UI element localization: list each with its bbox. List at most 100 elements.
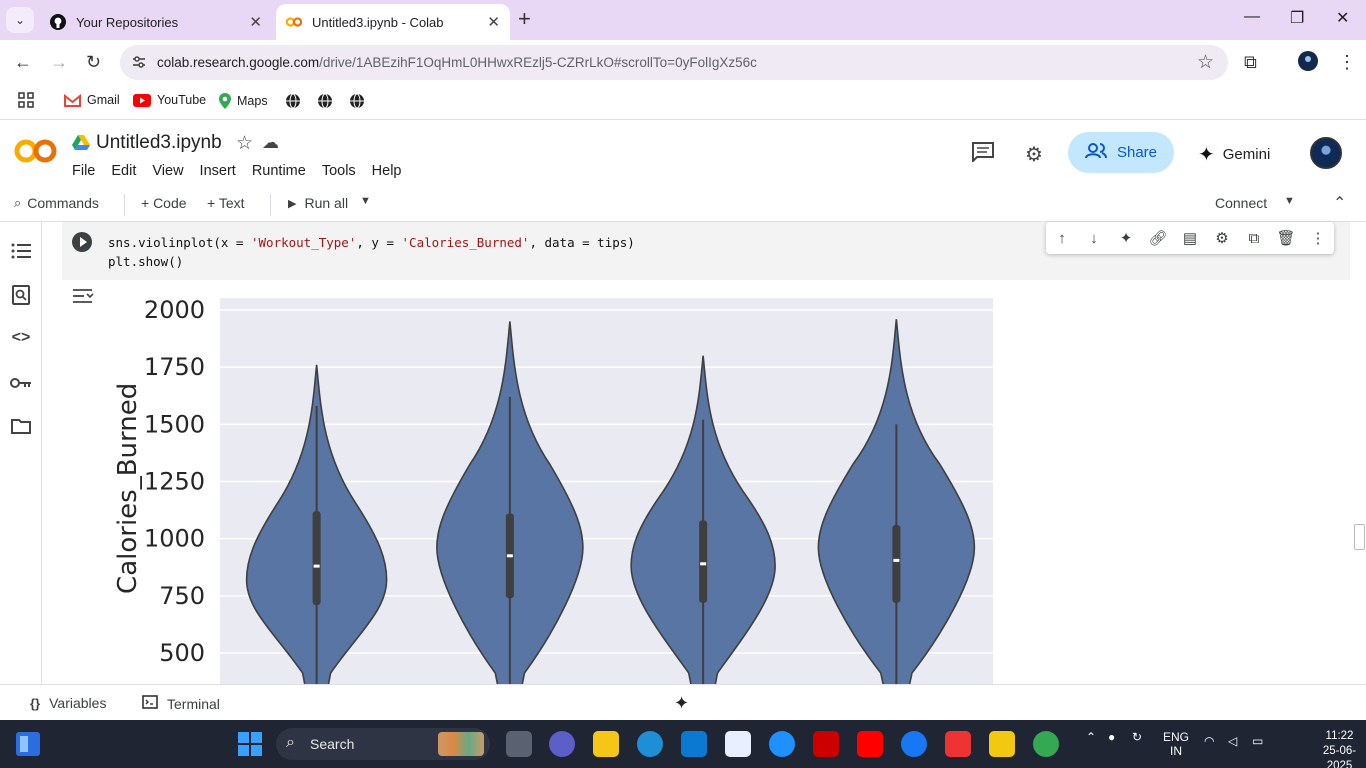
- more-options-icon[interactable]: ⋮: [1308, 228, 1328, 248]
- show-hidden-icons[interactable]: ⌃: [1086, 730, 1096, 744]
- widgets-icon[interactable]: [16, 732, 40, 756]
- teams-meet-icon[interactable]: [549, 731, 575, 757]
- find-replace-icon[interactable]: [10, 284, 32, 306]
- star-icon[interactable]: ☆: [236, 132, 253, 155]
- gemini-button[interactable]: ✦ Gemini: [1198, 142, 1270, 167]
- secrets-key-icon[interactable]: [10, 372, 32, 394]
- comment-icon[interactable]: ▤: [1180, 228, 1200, 248]
- language-indicator[interactable]: ENG IN: [1163, 730, 1189, 758]
- battery-icon[interactable]: ▭: [1252, 734, 1263, 748]
- gemini-sparkle-icon[interactable]: ✦: [1116, 228, 1136, 248]
- code-snippets-icon[interactable]: <>: [10, 327, 32, 349]
- settings-gear-icon[interactable]: ⚙: [1212, 228, 1232, 248]
- menu-view[interactable]: View: [152, 163, 183, 179]
- cell-toolbar: ↑ ↓ ✦ 🔗︎ ▤ ⚙ ⧉ 🗑︎ ⋮: [1046, 222, 1334, 254]
- extensions-icon[interactable]: ⧉: [1244, 52, 1257, 73]
- minimize-icon[interactable]: —: [1244, 8, 1260, 26]
- menu-help[interactable]: Help: [372, 163, 402, 179]
- start-windows-icon[interactable]: [238, 732, 262, 756]
- taskbar-search[interactable]: ⌕ Search: [276, 728, 490, 760]
- move-up-icon[interactable]: ↑: [1052, 228, 1072, 248]
- cell-code[interactable]: sns.violinplot(x = 'Workout_Type', y = '…: [108, 233, 635, 271]
- profile-avatar[interactable]: [1297, 50, 1319, 77]
- myhp-icon[interactable]: [681, 731, 707, 757]
- tab-search-button[interactable]: ⌄: [6, 7, 34, 33]
- menu-runtime[interactable]: Runtime: [252, 163, 306, 179]
- mcafee-icon[interactable]: [813, 731, 839, 757]
- file-explorer-icon[interactable]: [593, 731, 619, 757]
- notebook-title[interactable]: Untitled3.ipynb: [96, 132, 222, 154]
- task-view-icon[interactable]: [506, 731, 532, 757]
- site-info-icon[interactable]: [130, 53, 148, 71]
- collapse-header-icon[interactable]: ⌃: [1333, 193, 1346, 213]
- connect-dropdown-icon[interactable]: ▼: [1284, 195, 1295, 207]
- terminal-button[interactable]: Terminal: [142, 695, 220, 712]
- windows-taskbar: ⌕ Search ⌃ ● ↻ ENG IN ◠ ◁ ▭ 11:22 25-06-…: [0, 720, 1366, 768]
- link-icon[interactable]: 🔗︎: [1148, 228, 1168, 248]
- menu-tools[interactable]: Tools: [322, 163, 356, 179]
- new-tab-button[interactable]: +: [518, 8, 531, 30]
- address-bar[interactable]: colab.research.google.com/drive/1ABEzihF…: [120, 45, 1228, 80]
- share-button[interactable]: Share: [1068, 132, 1174, 173]
- comment-icon[interactable]: [972, 142, 994, 168]
- tab-github[interactable]: Your Repositories ✕: [40, 4, 272, 40]
- bookmark-star-icon[interactable]: ☆: [1197, 51, 1214, 74]
- avatar[interactable]: [1310, 137, 1342, 169]
- connect-button[interactable]: Connect: [1215, 195, 1267, 211]
- add-text-button[interactable]: + Text: [207, 195, 245, 211]
- files-folder-icon[interactable]: [10, 415, 32, 437]
- tray-app-icon[interactable]: ●: [1108, 730, 1115, 744]
- edge-icon[interactable]: [637, 731, 663, 757]
- reload-icon[interactable]: ↻: [86, 52, 101, 73]
- table-of-contents-icon[interactable]: [10, 240, 32, 262]
- menu-edit[interactable]: Edit: [111, 163, 136, 179]
- add-code-button[interactable]: + Code: [141, 195, 187, 211]
- forward-arrow-icon[interactable]: →: [50, 52, 68, 73]
- tab-colab[interactable]: Untitled3.ipynb - Colab ✕: [276, 4, 510, 40]
- settings-gear-icon[interactable]: ⚙: [1025, 142, 1043, 167]
- commands-button[interactable]: ⌕ Commands: [14, 195, 99, 211]
- google-drive-icon[interactable]: [72, 135, 90, 156]
- facebook-icon[interactable]: [901, 731, 927, 757]
- close-tab-icon[interactable]: ✕: [249, 13, 262, 31]
- apps-grid-icon[interactable]: [18, 92, 34, 108]
- more-menu-icon[interactable]: ⋮: [1338, 52, 1356, 73]
- youtube-app-icon[interactable]: [857, 731, 883, 757]
- menu-file[interactable]: File: [72, 163, 95, 179]
- chrome-icon[interactable]: [1033, 731, 1059, 757]
- menu-bar: File Edit View Insert Runtime Tools Help: [72, 163, 418, 179]
- back-arrow-icon[interactable]: ←: [14, 52, 32, 73]
- browser-tab-bar: ⌄ Your Repositories ✕ Untitled3.ipynb - …: [0, 0, 1366, 40]
- globe-icon[interactable]: [285, 93, 301, 109]
- globe-icon[interactable]: [317, 93, 333, 109]
- power-bi-icon[interactable]: [989, 731, 1015, 757]
- menu-insert[interactable]: Insert: [200, 163, 236, 179]
- run-cell-button[interactable]: [72, 232, 92, 252]
- wps-office-icon[interactable]: [945, 731, 971, 757]
- globe-icon[interactable]: [349, 93, 365, 109]
- scrollbar-thumb[interactable]: [1354, 524, 1365, 550]
- close-tab-icon[interactable]: ✕: [487, 13, 500, 31]
- close-window-icon[interactable]: ✕: [1336, 8, 1349, 28]
- run-all-dropdown-icon[interactable]: ▼: [360, 195, 371, 207]
- variables-button[interactable]: {} Variables: [30, 695, 106, 711]
- delete-trash-icon[interactable]: 🗑︎: [1276, 228, 1296, 248]
- clock[interactable]: 11:22 25-06-2025: [1313, 729, 1366, 768]
- bookmark-youtube[interactable]: YouTube: [133, 93, 206, 107]
- restore-icon[interactable]: ❐: [1290, 8, 1304, 28]
- run-all-button[interactable]: ▶ Run all: [288, 195, 348, 211]
- output-toggle-icon[interactable]: [72, 288, 94, 306]
- volume-icon[interactable]: ◁: [1228, 734, 1237, 748]
- gemini-sparkle-icon[interactable]: ✦: [674, 693, 689, 714]
- move-down-icon[interactable]: ↓: [1084, 228, 1104, 248]
- cloud-saved-icon[interactable]: ☁: [262, 133, 279, 153]
- microsoft-store-icon[interactable]: [725, 731, 751, 757]
- wifi-icon[interactable]: ◠: [1204, 734, 1214, 748]
- colab-logo[interactable]: [14, 138, 58, 172]
- tray-sync-icon[interactable]: ↻: [1132, 730, 1142, 744]
- bookmark-maps[interactable]: Maps: [219, 93, 268, 109]
- help-icon[interactable]: [769, 731, 795, 757]
- screen: ⌄ Your Repositories ✕ Untitled3.ipynb - …: [0, 0, 1366, 768]
- bookmark-gmail[interactable]: Gmail: [64, 93, 120, 107]
- mirror-cell-icon[interactable]: ⧉: [1244, 228, 1264, 248]
